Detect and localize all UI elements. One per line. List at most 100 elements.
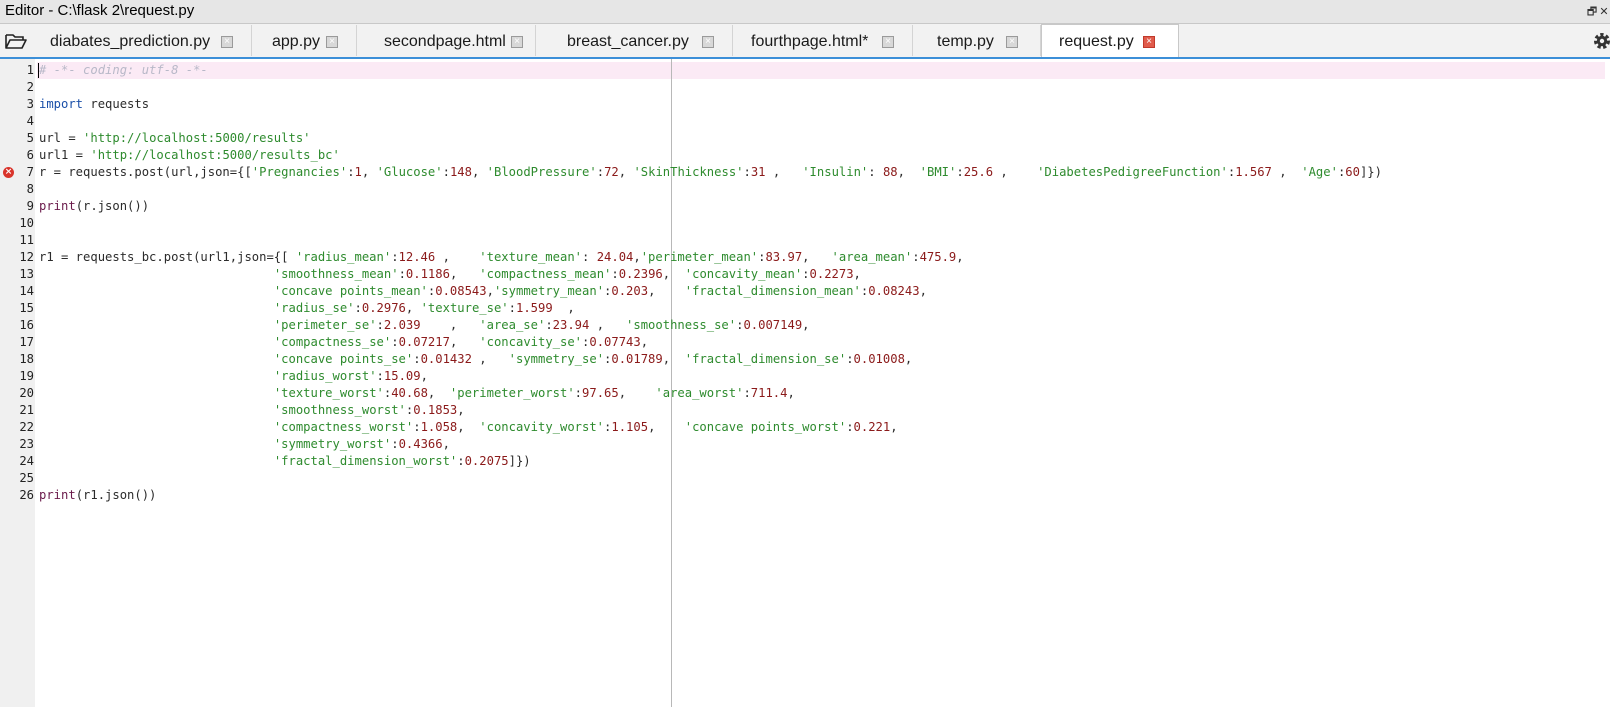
code-token: 'concavity_se': [479, 335, 583, 349]
code-token: 12.46: [398, 250, 436, 264]
code-token: ,: [420, 318, 480, 332]
code-token: ,: [662, 352, 685, 366]
tab-breast-cancer-py[interactable]: breast_cancer.py ×: [536, 25, 733, 56]
code-token: ,: [787, 386, 795, 400]
code-token: :: [508, 301, 516, 315]
code-token: 'Insulin': [802, 165, 869, 179]
code-token: 0.07217: [398, 335, 450, 349]
code-token: 2.039: [383, 318, 421, 332]
line-number: 7: [26, 165, 34, 179]
code-token: 'BloodPressure': [486, 165, 597, 179]
code-token: 'compactness_worst': [273, 420, 414, 434]
code-token: 0.07743: [589, 335, 641, 349]
gear-icon[interactable]: [1590, 30, 1610, 52]
code-token: ,: [420, 369, 428, 383]
line-number: 25: [19, 471, 34, 485]
code-token: 'concave points_worst': [684, 420, 847, 434]
line-number: 23: [19, 437, 34, 451]
code-token: 0.08543: [435, 284, 487, 298]
close-icon[interactable]: ×: [326, 36, 338, 48]
code-token: 'perimeter_se': [273, 318, 377, 332]
code-token: (r.json()): [75, 199, 150, 213]
code-token: ,: [648, 284, 685, 298]
line-number: 13: [19, 267, 34, 281]
code-token: 0.007149: [743, 318, 803, 332]
title-bar: Editor - C:\flask 2\request.py 🗗 ✕: [0, 0, 1610, 24]
tab-diabates-prediction-py[interactable]: diabates_prediction.py ×: [36, 25, 252, 56]
tab-label: breast_cancer.py: [567, 33, 689, 50]
close-icon[interactable]: ×: [702, 36, 714, 48]
close-icon[interactable]: ×: [1006, 36, 1018, 48]
close-icon[interactable]: ×: [221, 36, 233, 48]
code-token: 15.09: [383, 369, 421, 383]
code-text: 'texture_worst': 40.68, 'perimeter_worst'…: [39, 385, 795, 402]
line-number: 9: [26, 199, 34, 213]
code-token: 'radius_se': [273, 301, 355, 315]
close-icon[interactable]: ×: [511, 36, 523, 48]
close-icon[interactable]: ×: [1143, 36, 1155, 48]
code-token: 'smoothness_se': [626, 318, 737, 332]
code-token: 1: [354, 165, 362, 179]
tab-app-py[interactable]: app.py ×: [252, 25, 357, 56]
code-token: 0.4366: [398, 437, 443, 451]
code-text: 'perimeter_se':2.039 , 'area_se':23.94 ,…: [39, 317, 810, 334]
code-token: 'symmetry_worst': [273, 437, 392, 451]
tab-label: temp.py: [937, 33, 994, 50]
close-icon[interactable]: ×: [882, 36, 894, 48]
code-token: 72: [604, 165, 619, 179]
code-token: 'DiabetesPedigreeFunction': [1037, 165, 1228, 179]
code-token: :: [743, 165, 751, 179]
line-number: 15: [19, 301, 34, 315]
folder-open-icon[interactable]: [4, 32, 28, 50]
line-number: 24: [19, 454, 34, 468]
restore-icon[interactable]: 🗗: [1586, 3, 1598, 22]
code-token: 'radius_mean': [295, 250, 392, 264]
close-window-icon[interactable]: ✕: [1598, 5, 1610, 18]
line-number: 19: [19, 369, 34, 383]
code-token: :: [802, 267, 810, 281]
code-token: ,: [993, 165, 1038, 179]
code-token: 'concavity_worst': [479, 420, 605, 434]
tab-label: request.py: [1059, 33, 1134, 50]
code-token: 'Glucose': [376, 165, 443, 179]
code-token: 0.221: [853, 420, 891, 434]
code-token: 'symmetry_se': [508, 352, 605, 366]
line-number: 18: [19, 352, 34, 366]
code-editor[interactable]: 1 # -*- coding: utf-8 -*- 2 3 import request…: [0, 59, 1610, 707]
tab-request-py[interactable]: request.py ×: [1041, 24, 1179, 57]
code-token: :: [413, 352, 421, 366]
code-token: 'smoothness_worst': [273, 403, 406, 417]
tab-secondpage-html[interactable]: secondpage.html ×: [357, 25, 536, 56]
line-number: 11: [19, 233, 34, 247]
tab-label: diabates_prediction.py: [50, 33, 211, 50]
code-token: ,: [427, 386, 450, 400]
code-token: 88: [882, 165, 898, 179]
line-number: 21: [19, 403, 34, 417]
code-token: :: [956, 165, 964, 179]
code-text: 'smoothness_worst':0.1853,: [39, 402, 465, 419]
code-text: print(r.json()): [39, 198, 149, 215]
tab-temp-py[interactable]: temp.py ×: [913, 25, 1041, 56]
code-token: r1 = requests_bc.post(url1,json={[: [39, 250, 296, 264]
tab-fourthpage-html[interactable]: fourthpage.html* ×: [733, 25, 913, 56]
code-token: ,: [618, 386, 656, 400]
code-token: ]}): [508, 454, 531, 468]
code-token: 'http://localhost:5000/results_bc': [90, 148, 340, 162]
code-token: :: [442, 165, 450, 179]
code-token: 24.04: [596, 250, 634, 264]
tab-label: app.py: [272, 33, 321, 50]
code-token: ,: [904, 352, 913, 366]
code-token: ,: [457, 403, 465, 417]
code-token: 'Age': [1301, 165, 1338, 179]
code-token: 'SkinThickness': [633, 165, 744, 179]
line-number: 1: [26, 63, 34, 77]
line-number: 17: [19, 335, 34, 349]
code-token: 60: [1345, 165, 1360, 179]
code-token: 31: [750, 165, 766, 179]
line-number: 3: [26, 97, 34, 111]
code-token: # -*- coding: utf-8 -*-: [39, 63, 208, 77]
